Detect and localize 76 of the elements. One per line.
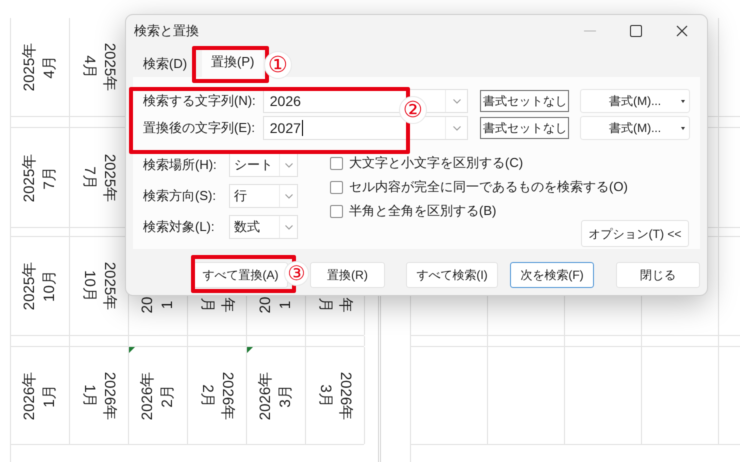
callout-badge: ③	[284, 261, 309, 286]
options-button[interactable]: オプション(T) <<	[581, 220, 689, 247]
tab[interactable]: 検索(D)	[134, 51, 196, 77]
checkbox[interactable]	[330, 204, 343, 218]
cell-text: 2026年	[218, 371, 237, 420]
error-indicator-icon	[129, 347, 135, 353]
dialog-button[interactable]: 置換(R)	[310, 262, 385, 288]
window-title: 検索と置換	[134, 22, 199, 40]
field-label: 検索する文字列(N):	[143, 92, 257, 110]
format-button[interactable]: 書式(M)...	[580, 116, 690, 140]
chevron-down-icon	[284, 194, 292, 198]
field-label: 置換後の文字列(E):	[143, 119, 256, 138]
cell-text: 3月	[276, 382, 295, 410]
cell-text: 2025年	[100, 262, 119, 310]
field-value: 2027	[270, 120, 303, 136]
clear-format-button[interactable]: 書式セットなし	[480, 117, 570, 139]
dropdown[interactable]: 行	[229, 184, 298, 208]
cell-text: 1月	[40, 382, 59, 410]
cell-text: 2025年	[100, 42, 119, 92]
cell-text: 2026年	[336, 371, 355, 420]
dropdown-arrow-icon	[681, 127, 685, 130]
cell-text: 2026年	[138, 371, 157, 420]
cell-text: 2025年	[100, 153, 119, 202]
chevron-down-icon	[452, 126, 461, 130]
cell-text: 2026年	[256, 371, 275, 420]
cell-text: 10月	[40, 269, 59, 304]
cell-text: 月	[316, 298, 335, 312]
format-button[interactable]: 書式(M)...	[580, 89, 690, 113]
field-label: 検索方向(S):	[143, 187, 217, 206]
cell-text: 7月	[40, 164, 59, 192]
maximize-icon	[630, 25, 642, 37]
cell-text: 1月	[80, 382, 99, 410]
error-indicator-icon	[247, 347, 253, 353]
cell-text: 10月	[80, 269, 99, 304]
cell-text: 1	[158, 300, 177, 312]
checkbox-label: 半角と全角を区別する(B)	[349, 202, 496, 220]
checkbox-label: セル内容が完全に同一であるものを検索する(O)	[349, 178, 628, 196]
cell-text: 4月	[40, 54, 59, 81]
chevron-down-icon	[284, 224, 292, 230]
cell-text: 年	[336, 298, 355, 312]
cell-text: 7月	[80, 164, 99, 192]
dropdown[interactable]: 数式	[229, 215, 298, 239]
checkbox[interactable]	[330, 156, 343, 170]
checkbox-label: 大文字と小文字を区別する(C)	[349, 154, 524, 172]
cell-text: 2025年	[20, 42, 39, 92]
clear-format-button[interactable]: 書式セットなし	[480, 90, 570, 112]
combo-box[interactable]: 2027	[262, 116, 468, 140]
cell-text: 2025年	[20, 153, 39, 202]
cell-text: 1	[276, 300, 295, 312]
cell-text: 2月	[198, 382, 217, 410]
field-value: 2026	[270, 92, 301, 110]
dropdown-arrow-icon	[681, 100, 685, 103]
dialog-button[interactable]: すべて置換(A)	[193, 262, 288, 288]
dialog-button[interactable]: すべて検索(I)	[406, 262, 498, 288]
cell-text: 2026年	[20, 371, 39, 420]
cell-text: 2026年	[100, 371, 119, 420]
dialog-button[interactable]: 次を検索(F)	[510, 262, 594, 288]
field-label: 検索場所(H):	[143, 156, 218, 174]
cell-text: 2025年	[20, 262, 39, 310]
cell-text: 4月	[80, 54, 99, 81]
cell-text: 20	[138, 296, 157, 314]
tab[interactable]: 置換(P)	[202, 47, 264, 77]
cell-text: 2月	[158, 382, 177, 410]
cell-text: 20	[256, 296, 275, 314]
checkbox[interactable]	[330, 180, 343, 194]
cell-text: 年	[218, 298, 237, 312]
chevron-down-icon	[284, 162, 292, 168]
chevron-down-icon	[452, 98, 461, 104]
cell-text: 3月	[316, 382, 335, 410]
dialog-button[interactable]: 閉じる	[616, 262, 700, 288]
field-label: 検索対象(L):	[143, 218, 216, 236]
callout-badge: ①	[264, 51, 292, 79]
cell-text: 月	[198, 298, 217, 312]
minimize-icon	[584, 30, 596, 32]
dropdown[interactable]: シート	[229, 153, 298, 177]
close-icon	[676, 25, 688, 37]
